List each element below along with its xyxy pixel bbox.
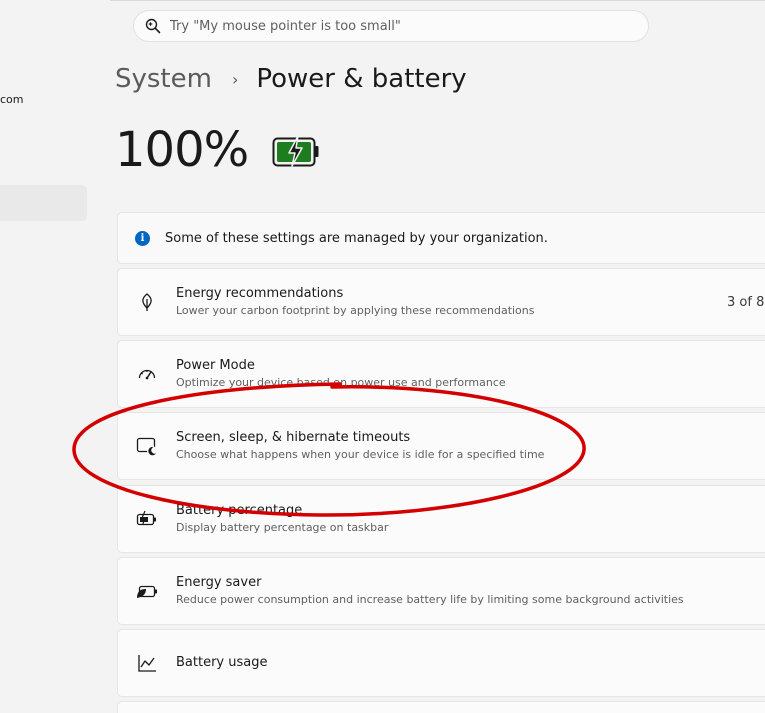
search-box[interactable] <box>133 10 649 42</box>
breadcrumb-parent-system[interactable]: System <box>115 64 212 94</box>
sidebar-item-system-selected[interactable] <box>0 185 87 221</box>
speedometer-icon <box>136 363 158 385</box>
setting-title: Battery usage <box>176 655 268 670</box>
managed-by-organization-banner: i Some of these settings are managed by … <box>117 212 765 264</box>
setting-title: Screen, sleep, & hibernate timeouts <box>176 430 411 445</box>
info-banner-text: Some of these settings are managed by yo… <box>165 230 548 246</box>
setting-subtitle: Reduce power consumption and increase ba… <box>176 593 684 606</box>
settings-window: com System › Power & battery 100% i Some… <box>0 0 765 713</box>
setting-subtitle: Lower your carbon footprint by applying … <box>176 304 535 317</box>
screen-sleep-icon <box>136 435 158 457</box>
chart-line-icon <box>136 652 158 674</box>
setting-title: Energy recommendations <box>176 286 344 301</box>
setting-screen-sleep-hibernate[interactable]: Screen, sleep, & hibernate timeouts Choo… <box>117 412 765 480</box>
setting-next-partial[interactable] <box>117 701 765 713</box>
account-email: com <box>0 93 24 106</box>
battery-charging-icon <box>272 135 319 167</box>
chevron-right-icon: › <box>231 69 239 89</box>
setting-battery-percentage[interactable]: Battery percentage Display battery perce… <box>117 485 765 553</box>
energy-saver-icon <box>136 580 158 602</box>
battery-level-text: 100% <box>115 122 249 178</box>
search-icon <box>145 18 161 34</box>
setting-power-mode[interactable]: Power Mode Optimize your device based on… <box>117 340 765 408</box>
info-icon: i <box>135 230 150 246</box>
recommendations-count: 3 of 8 <box>727 294 765 310</box>
page-title: Power & battery <box>256 64 467 94</box>
setting-subtitle: Display battery percentage on taskbar <box>176 521 389 534</box>
setting-battery-usage[interactable]: Battery usage <box>117 629 765 697</box>
leaf-icon <box>136 291 158 313</box>
search-input[interactable] <box>170 18 610 34</box>
battery-percent-icon <box>136 508 158 530</box>
setting-energy-recommendations[interactable]: Energy recommendations Lower your carbon… <box>117 268 765 336</box>
setting-title: Power Mode <box>176 358 255 373</box>
breadcrumb: System › Power & battery <box>115 60 467 98</box>
top-border <box>110 0 765 1</box>
setting-title: Energy saver <box>176 575 262 590</box>
setting-title: Battery percentage <box>176 503 303 518</box>
setting-subtitle: Choose what happens when your device is … <box>176 448 545 461</box>
setting-energy-saver[interactable]: Energy saver Reduce power consumption an… <box>117 557 765 625</box>
setting-subtitle: Optimize your device based on power use … <box>176 376 506 389</box>
